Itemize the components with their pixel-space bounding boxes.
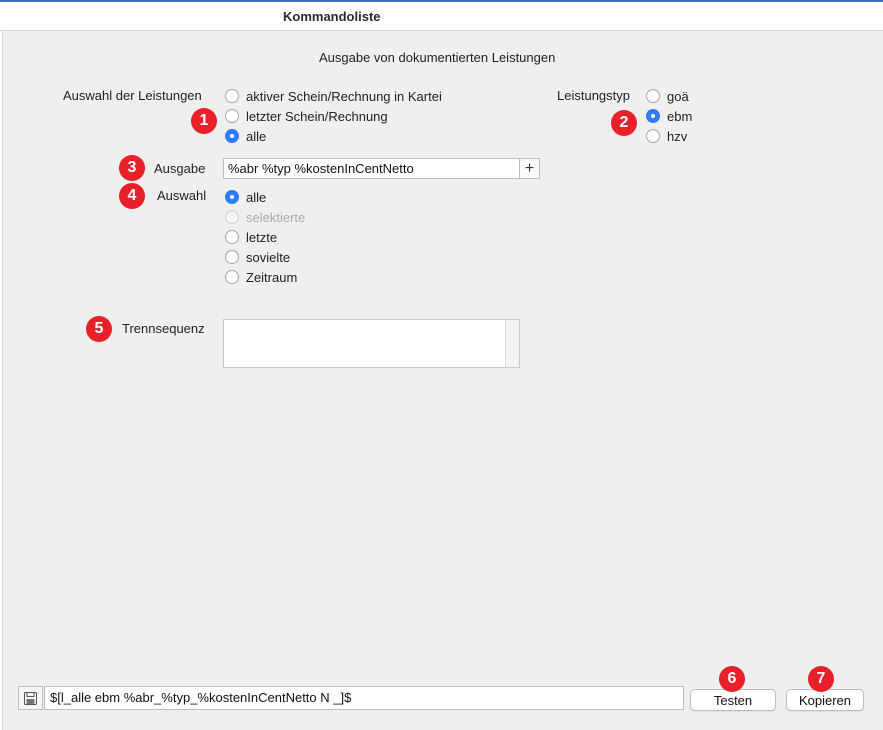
test-button[interactable]: Testen (690, 689, 776, 711)
add-placeholder-button[interactable]: + (519, 158, 540, 179)
choice-option-last[interactable]: letzte (225, 228, 277, 246)
radio-label: hzv (667, 128, 688, 144)
choice-option-all[interactable]: alle (225, 188, 266, 206)
services-option-last[interactable]: letzter Schein/Rechnung (225, 107, 388, 125)
annotation-badge-3: 3 (119, 155, 145, 181)
choice-option-selected: selektierte (225, 208, 305, 226)
separator-scrollbar[interactable] (505, 320, 519, 367)
service-type-ebm[interactable]: ebm (646, 107, 692, 125)
output-label: Ausgabe (154, 161, 206, 176)
radio-button[interactable] (646, 129, 660, 143)
radio-label: alle (246, 128, 267, 144)
main-panel (2, 31, 883, 730)
radio-button[interactable] (225, 89, 239, 103)
annotation-badge-7: 7 (808, 666, 834, 692)
annotation-badge-6: 6 (719, 666, 745, 692)
section-heading: Ausgabe von dokumentierten Leistungen (319, 50, 556, 65)
radio-button[interactable] (225, 270, 239, 284)
radio-label: goä (667, 88, 689, 104)
output-format-field[interactable]: %abr %typ %kostenInCentNetto (223, 158, 520, 179)
service-type-hzv[interactable]: hzv (646, 127, 687, 145)
radio-label: aktiver Schein/Rechnung in Kartei (246, 88, 442, 104)
radio-button[interactable] (225, 109, 239, 123)
services-selection-label: Auswahl der Leistungen (63, 88, 202, 103)
radio-label: ebm (667, 108, 693, 124)
radio-label: letzte (246, 229, 278, 245)
annotation-badge-4: 4 (119, 183, 145, 209)
radio-label: Zeitraum (246, 269, 298, 285)
radio-button-selected[interactable] (225, 129, 239, 143)
radio-button-selected[interactable] (225, 190, 239, 204)
separator-textarea[interactable] (223, 319, 520, 368)
choice-option-nth[interactable]: sovielte (225, 248, 290, 266)
service-type-label: Leistungstyp (557, 88, 630, 103)
radio-button[interactable] (225, 250, 239, 264)
copy-button[interactable]: Kopieren (786, 689, 864, 711)
radio-button-selected[interactable] (646, 109, 660, 123)
radio-label: selektierte (246, 209, 306, 225)
choice-option-period[interactable]: Zeitraum (225, 268, 297, 286)
annotation-badge-1: 1 (191, 108, 217, 134)
annotation-badge-5: 5 (86, 316, 112, 342)
choice-label: Auswahl (157, 188, 207, 203)
services-option-all[interactable]: alle (225, 127, 266, 145)
command-string-field[interactable]: $[l_alle ebm %abr_%typ_%kostenInCentNett… (44, 686, 684, 710)
radio-label: sovielte (246, 249, 291, 265)
title-bar-accent (0, 0, 883, 2)
save-button[interactable] (18, 686, 43, 710)
separator-label: Trennsequenz (122, 321, 205, 336)
radio-label: alle (246, 189, 267, 205)
radio-button[interactable] (225, 230, 239, 244)
radio-button-disabled (225, 210, 239, 224)
floppy-disk-icon (24, 691, 37, 705)
annotation-badge-2: 2 (611, 110, 637, 136)
window-title: Kommandoliste (283, 9, 381, 24)
radio-label: letzter Schein/Rechnung (246, 108, 388, 124)
radio-button[interactable] (646, 89, 660, 103)
services-option-active[interactable]: aktiver Schein/Rechnung in Kartei (225, 87, 442, 105)
title-bar: Kommandoliste (0, 0, 883, 31)
service-type-goa[interactable]: goä (646, 87, 689, 105)
